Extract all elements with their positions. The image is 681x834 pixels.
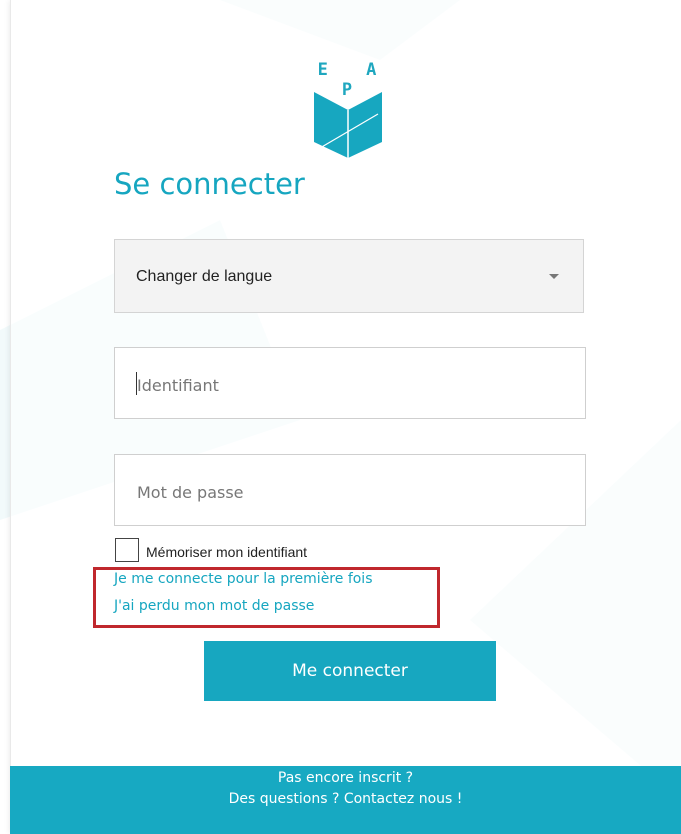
- footer-bar: Pas encore inscrit ? Des questions ? Con…: [10, 766, 681, 834]
- password-input[interactable]: [135, 479, 559, 505]
- register-link[interactable]: Pas encore inscrit ?: [10, 770, 681, 786]
- contact-link[interactable]: Des questions ? Contactez nous !: [10, 791, 681, 807]
- open-book-icon: [314, 92, 382, 158]
- username-input[interactable]: [135, 372, 559, 398]
- password-field-wrapper: [114, 454, 586, 526]
- username-field-wrapper: [114, 347, 586, 419]
- language-select[interactable]: Changer de langue: [114, 239, 584, 313]
- first-login-link[interactable]: Je me connecte pour la première fois: [114, 571, 373, 587]
- page-title: Se connecter: [114, 167, 305, 201]
- login-button[interactable]: Me connecter: [204, 641, 496, 701]
- eap-logo: E A P: [308, 60, 388, 164]
- forgot-password-link[interactable]: J'ai perdu mon mot de passe: [114, 598, 314, 614]
- language-select-label: Changer de langue: [136, 268, 273, 285]
- remember-checkbox[interactable]: [115, 538, 139, 562]
- chevron-down-icon: [549, 274, 559, 279]
- text-cursor: [136, 372, 137, 395]
- remember-label: Mémoriser mon identifiant: [146, 544, 308, 560]
